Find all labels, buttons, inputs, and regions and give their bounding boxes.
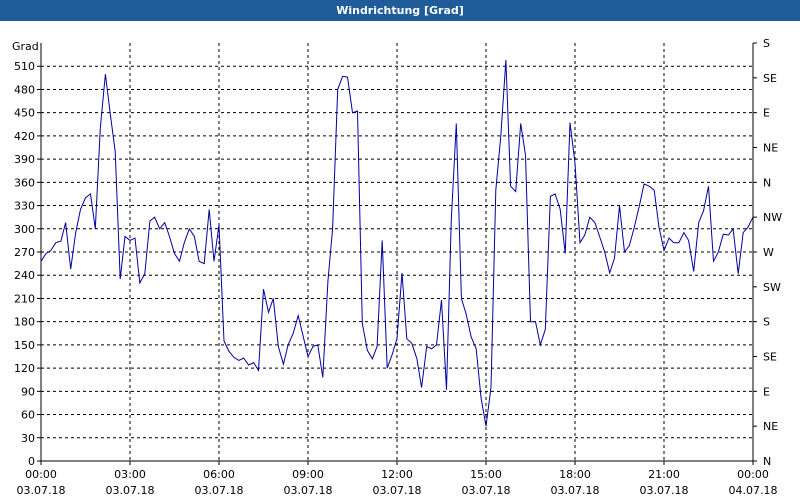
bottom-tick-time: 03:00 [114, 468, 146, 481]
right-tick-label: N [763, 176, 771, 189]
right-axis: N NE E SE S SW W NW N NE E SE S [753, 37, 782, 468]
right-tick-label: N [763, 455, 771, 468]
bottom-tick-date: 03.07.18 [17, 484, 66, 497]
bottom-tick-time: 00:00 [25, 468, 57, 481]
left-tick-label: 30 [21, 432, 35, 445]
left-tick-label: 330 [14, 200, 35, 213]
right-tick-label: NW [763, 211, 782, 224]
bottom-tick-date: 03.07.18 [640, 484, 689, 497]
bottom-tick-date: 03.07.18 [195, 484, 244, 497]
right-tick-label: S [763, 37, 770, 50]
bottom-tick-date: 04.07.18 [729, 484, 778, 497]
bottom-tick-time: 21:00 [648, 468, 680, 481]
left-tick-label: 150 [14, 339, 35, 352]
left-tick-label: 300 [14, 223, 35, 236]
right-tick-label: NE [763, 142, 778, 155]
right-tick-label: NE [763, 420, 778, 433]
left-tick-label: 360 [14, 176, 35, 189]
bottom-tick-date: 03.07.18 [373, 484, 422, 497]
left-tick-label: 60 [21, 409, 35, 422]
right-tick-label: W [763, 246, 774, 259]
bottom-axis: 00:00 03.07.18 03:00 03.07.18 06:00 03.07.18 0… [17, 461, 778, 497]
left-tick-label: 270 [14, 246, 35, 259]
left-tick-label: 420 [14, 130, 35, 143]
left-tick-label: 480 [14, 83, 35, 96]
bottom-tick-time: 09:00 [292, 468, 324, 481]
bottom-tick-date: 03.07.18 [106, 484, 155, 497]
bottom-tick-time: 06:00 [203, 468, 235, 481]
left-tick-label: 240 [14, 269, 35, 282]
left-tick-label: 90 [21, 385, 35, 398]
right-tick-label: S [763, 316, 770, 329]
right-tick-label: E [763, 107, 770, 120]
left-tick-label: 0 [28, 455, 35, 468]
bottom-tick-date: 03.07.18 [284, 484, 333, 497]
y-axis-label: Grad [12, 40, 39, 53]
left-tick-label: 390 [14, 153, 35, 166]
bottom-tick-date: 03.07.18 [551, 484, 600, 497]
left-tick-label: 120 [14, 362, 35, 375]
left-axis: 0 30 60 90 120 150 180 210 240 270 300 330 360 390 420… [14, 60, 41, 468]
right-tick-label: SW [763, 281, 781, 294]
bottom-tick-time: 12:00 [381, 468, 413, 481]
bottom-tick-time: 00:00 [737, 468, 769, 481]
wind-direction-chart: 0 30 60 90 120 150 180 210 240 270 300 330 360 390 420… [12, 37, 782, 497]
left-tick-label: 180 [14, 316, 35, 329]
right-tick-label: SE [763, 72, 777, 85]
chart-title: Windrichtung [Grad] [0, 0, 800, 21]
bottom-tick-date: 03.07.18 [462, 484, 511, 497]
right-tick-label: E [763, 385, 770, 398]
grid [41, 43, 753, 461]
right-tick-label: SE [763, 351, 777, 364]
bottom-tick-time: 18:00 [559, 468, 591, 481]
left-tick-label: 210 [14, 292, 35, 305]
left-tick-label: 510 [14, 60, 35, 73]
bottom-tick-time: 15:00 [470, 468, 502, 481]
left-tick-label: 450 [14, 107, 35, 120]
